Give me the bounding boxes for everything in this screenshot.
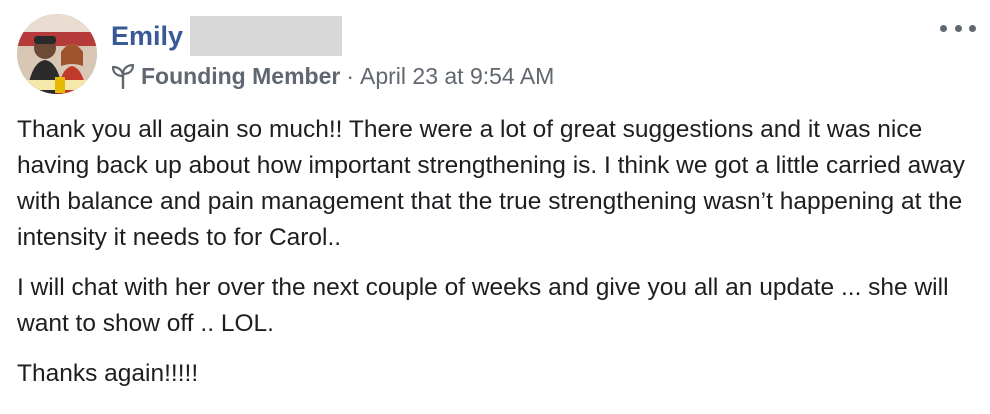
post-paragraph: I will chat with her over the next coupl… <box>17 274 949 337</box>
more-horizontal-icon <box>940 24 947 32</box>
more-horizontal-icon <box>969 24 976 32</box>
sprout-icon <box>111 63 135 90</box>
author-row: Emily <box>111 16 343 56</box>
more-horizontal-icon <box>954 24 962 32</box>
author-name[interactable]: Emily <box>111 16 183 56</box>
avatar-photo <box>17 14 97 94</box>
post-paragraph: Thank you all again so much!! There were… <box>17 116 965 251</box>
post-timestamp[interactable]: April 23 at 9:54 AM <box>360 63 554 90</box>
redacted-surname <box>190 16 343 56</box>
more-options-button[interactable] <box>940 18 976 38</box>
group-post: Emily Founding Member · April 23 at 9:54… <box>0 0 990 414</box>
post-meta: Founding Member · April 23 at 9:54 AM <box>111 58 554 94</box>
meta-separator: · <box>346 62 354 89</box>
post-body: Thank you all again so much!! There were… <box>17 112 977 406</box>
member-badge[interactable]: Founding Member <box>141 63 340 90</box>
post-paragraph: Thanks again!!!!! <box>17 360 199 387</box>
avatar[interactable] <box>17 14 97 94</box>
